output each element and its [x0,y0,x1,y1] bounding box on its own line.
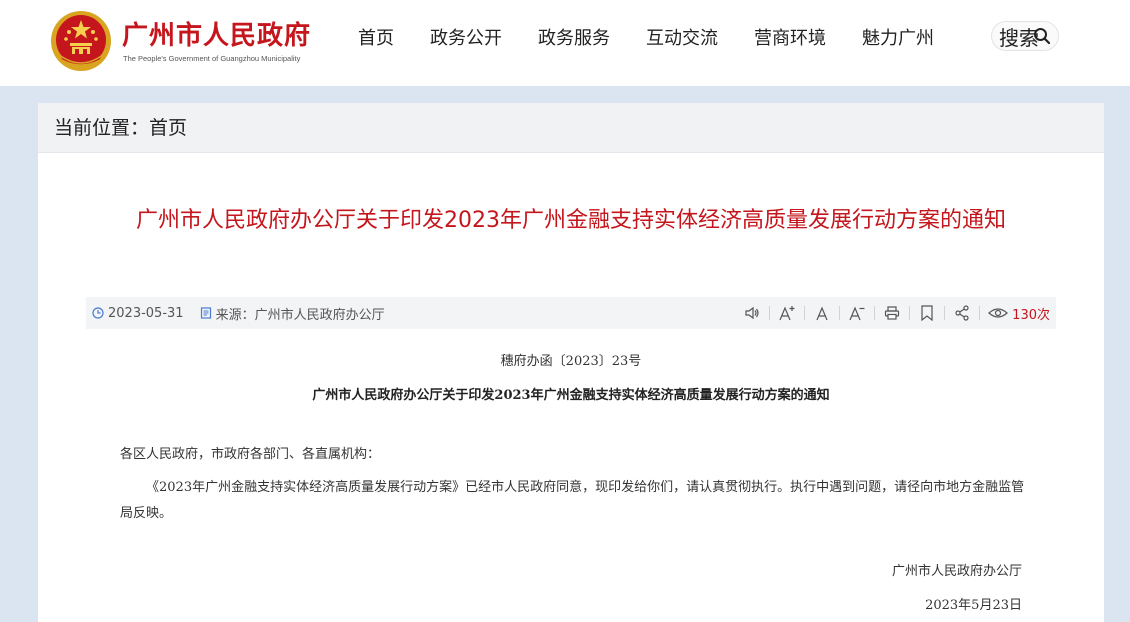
nav-home[interactable]: 首页 [358,24,394,50]
search-button[interactable]: 搜索 [991,21,1059,51]
nav-interaction[interactable]: 互动交流 [646,24,718,50]
document-title: 广州市人民政府办公厅关于印发2023年广州金融支持实体经济高质量发展行动方案的通… [312,388,830,403]
font-decrease-icon [849,306,865,321]
toolbar-divider [909,306,911,320]
toolbar-divider [979,306,981,320]
article-card: 当前位置：首页 广州市人民政府办公厅关于印发2023年广州金融支持实体经济高质量… [38,103,1104,622]
share-icon [955,305,969,321]
eye-icon [988,308,1009,318]
font-decrease-button[interactable] [844,297,870,329]
share-button[interactable] [949,297,975,329]
font-increase-button[interactable] [774,297,800,329]
font-increase-icon [779,306,795,321]
article-title: 广州市人民政府办公厅关于印发2023年广州金融支持实体经济高质量发展行动方案的通… [136,208,1006,233]
national-emblem-icon[interactable] [50,10,112,72]
salutation: 各区人民政府，市政府各部门、各直属机构： [120,447,381,462]
bookmark-icon [921,305,933,321]
nav-business-environment[interactable]: 营商环境 [754,24,826,50]
signature-date: 2023年5月23日 [925,598,1022,613]
toolbar-divider [839,306,841,320]
search-icon [1034,28,1051,45]
view-count: 130次 [1012,307,1050,323]
document-number: 穗府办函〔2023〕23号 [500,354,642,369]
publish-date: 2023-05-31 [108,305,184,321]
signature-office: 广州市人民政府办公厅 [891,564,1022,579]
nav-charming-guangzhou[interactable]: 魅力广州 [862,24,934,50]
read-aloud-button[interactable] [739,297,765,329]
clock-icon [92,307,104,319]
nav-government-services[interactable]: 政务服务 [538,24,610,50]
article-source: 来源：广州市人民政府办公厅 [215,307,385,323]
site-header: 广州市人民政府 The People's Government of Guang… [0,0,1130,86]
document-icon [200,307,211,319]
toolbar-divider [944,306,946,320]
nav-government-affairs-disclosure[interactable]: 政务公开 [430,24,502,50]
main-nav: 首页 政务公开 政务服务 互动交流 营商环境 魅力广州 [358,22,970,52]
toolbar-divider [874,306,876,320]
site-logo-title[interactable]: 广州市人民政府 [122,15,311,52]
print-button[interactable] [879,297,905,329]
page: 广州市人民政府 The People's Government of Guang… [0,0,1130,622]
toolbar-divider [769,306,771,320]
font-default-icon [816,306,828,321]
font-default-button[interactable] [809,297,835,329]
breadcrumb[interactable]: 当前位置：首页 [38,103,1104,153]
site-logo-subtitle: The People's Government of Guangzhou Mun… [123,54,301,63]
article-meta-bar: 2023-05-31 来源：广州市人民政府办公厅 130次 [86,297,1056,329]
bookmark-button[interactable] [914,297,940,329]
speaker-icon [745,306,759,320]
body-paragraph: 《2023年广州金融支持实体经济高质量发展行动方案》已经市人民政府同意，现印发给… [120,480,1025,521]
printer-icon [885,306,900,320]
toolbar-divider [804,306,806,320]
